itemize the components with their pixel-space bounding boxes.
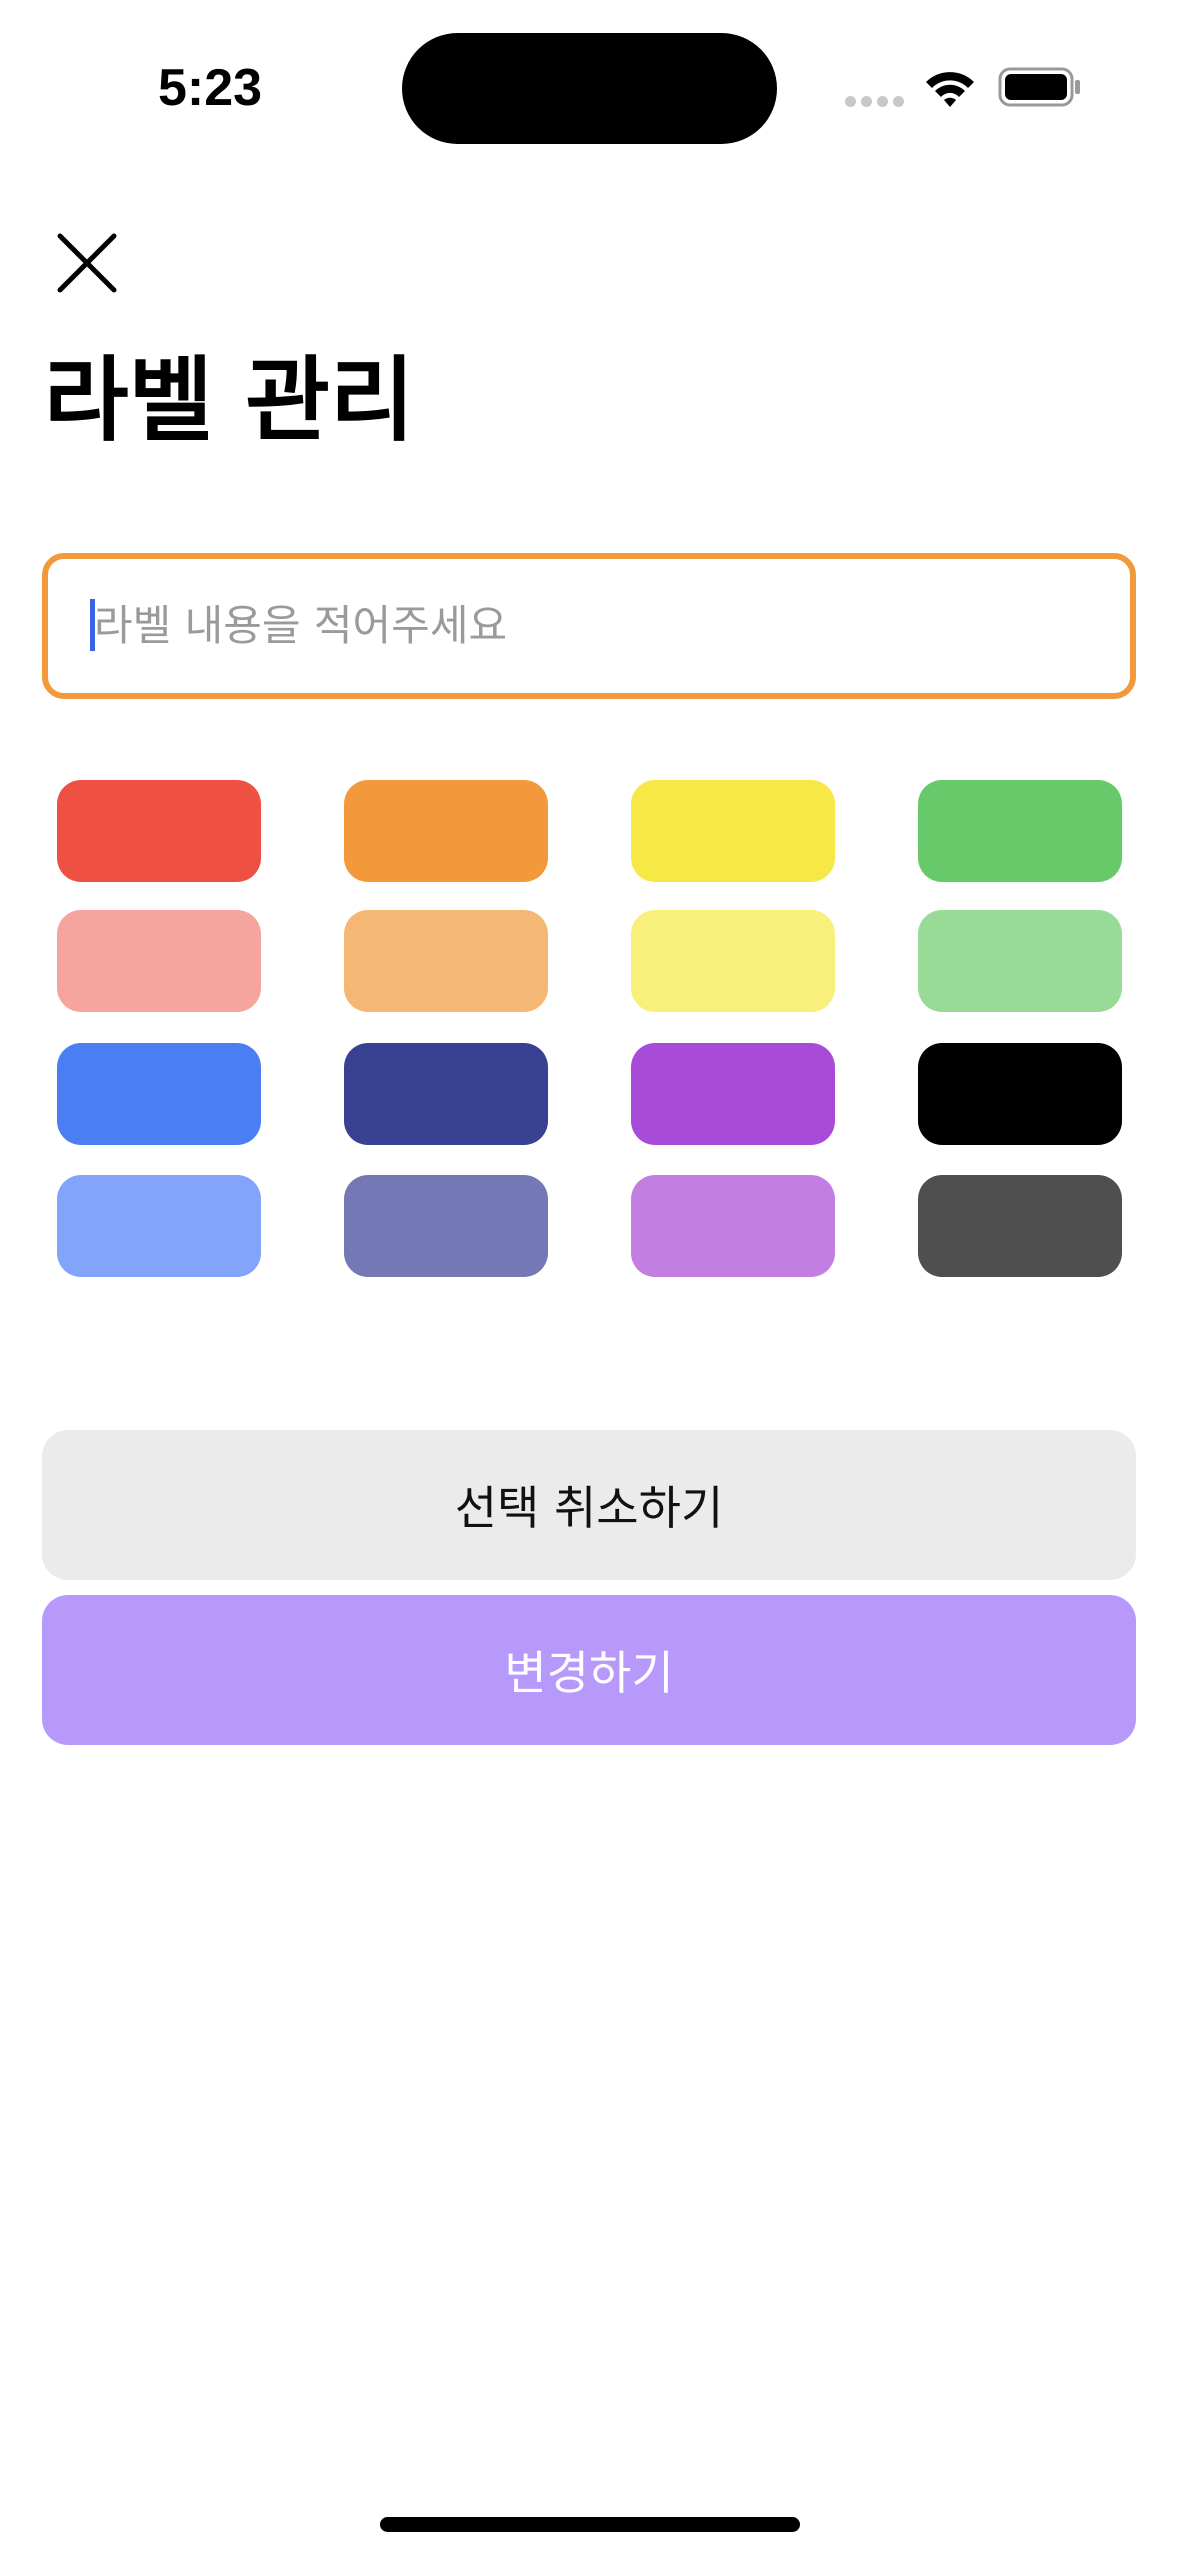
home-indicator — [380, 2517, 800, 2532]
color-swatch[interactable] — [344, 780, 548, 882]
color-swatch[interactable] — [631, 780, 835, 882]
color-swatch[interactable] — [344, 1043, 548, 1145]
deselect-button[interactable]: 선택 취소하기 — [42, 1430, 1136, 1580]
color-swatch[interactable] — [918, 910, 1122, 1012]
dynamic-island — [402, 33, 777, 144]
label-input[interactable]: 라벨 내용을 적어주세요 — [42, 553, 1136, 699]
color-swatch[interactable] — [344, 910, 548, 1012]
color-swatch[interactable] — [631, 1175, 835, 1277]
status-time: 5:23 — [158, 59, 263, 117]
color-swatch[interactable] — [918, 1043, 1122, 1145]
close-icon[interactable] — [52, 228, 122, 298]
page-title: 라벨 관리 — [44, 347, 415, 454]
cellular-signal-icon — [845, 96, 905, 108]
color-swatch[interactable] — [57, 1175, 261, 1277]
apply-change-button[interactable]: 변경하기 — [42, 1595, 1136, 1745]
label-input-placeholder: 라벨 내용을 적어주세요 — [94, 601, 508, 650]
deselect-button-label: 선택 취소하기 — [454, 1481, 724, 1535]
apply-change-button-label: 변경하기 — [504, 1646, 674, 1700]
color-swatch[interactable] — [57, 910, 261, 1012]
color-swatch[interactable] — [344, 1175, 548, 1277]
color-swatch[interactable] — [57, 1043, 261, 1145]
wifi-icon — [926, 72, 974, 107]
battery-icon — [998, 67, 1080, 107]
text-caret — [90, 599, 95, 651]
color-swatch[interactable] — [918, 1175, 1122, 1277]
color-swatch[interactable] — [631, 910, 835, 1012]
color-swatch[interactable] — [631, 1043, 835, 1145]
color-swatch[interactable] — [57, 780, 261, 882]
color-swatch[interactable] — [918, 780, 1122, 882]
